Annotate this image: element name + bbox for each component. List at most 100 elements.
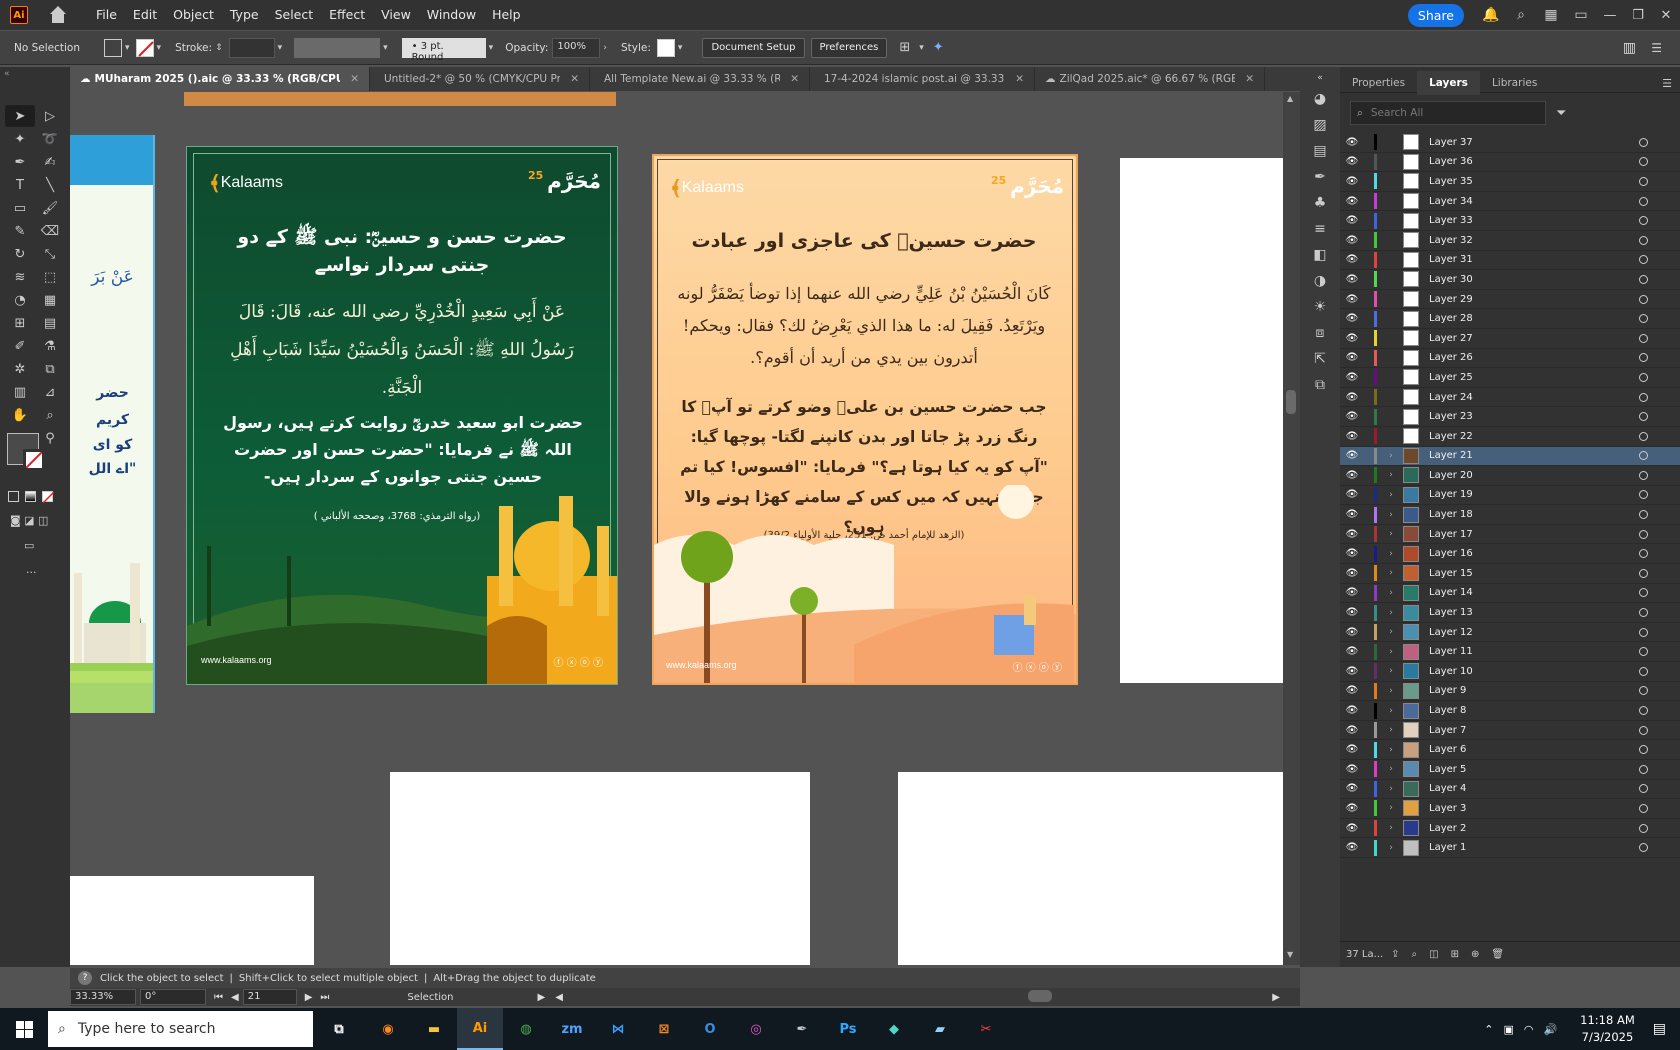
line-tool-icon[interactable]: ╲ bbox=[35, 174, 65, 196]
collapse-panels-icon[interactable]: « bbox=[1310, 73, 1330, 83]
puppet-warp-icon[interactable]: ⚲ bbox=[35, 427, 65, 449]
eye-icon[interactable]: 👁 bbox=[1340, 627, 1364, 638]
pen-tool-app-icon[interactable]: ✒ bbox=[779, 1008, 825, 1050]
perspective-grid-icon[interactable]: ▦ bbox=[35, 289, 65, 311]
eraser-icon[interactable]: ⌫ bbox=[35, 220, 65, 242]
magic-wand-icon[interactable]: ✦ bbox=[5, 128, 35, 150]
layer-row[interactable]: 👁 Layer 34 bbox=[1340, 192, 1680, 212]
target-icon[interactable] bbox=[1639, 803, 1648, 813]
vscode-icon[interactable]: ⋈ bbox=[595, 1008, 641, 1050]
clock[interactable]: 11:18 AM 7/3/2025 bbox=[1580, 1012, 1635, 1046]
rotate-view-input[interactable]: 0° bbox=[140, 989, 206, 1005]
chevron-down-icon[interactable]: ▾ bbox=[383, 43, 388, 53]
menu-icon[interactable]: ☰ bbox=[1651, 41, 1662, 55]
symbol-sprayer-icon[interactable]: ✲ bbox=[5, 358, 35, 380]
eye-icon[interactable]: 👁 bbox=[1340, 470, 1364, 481]
chevron-right-icon[interactable]: › bbox=[1383, 823, 1399, 833]
eye-icon[interactable]: 👁 bbox=[1340, 489, 1364, 500]
panel-menu-icon[interactable]: ☰ bbox=[1662, 77, 1672, 90]
layer-row[interactable]: 👁 Layer 35 bbox=[1340, 172, 1680, 192]
color-icon[interactable]: ◕ bbox=[1310, 89, 1330, 109]
target-icon[interactable] bbox=[1639, 725, 1648, 735]
layer-row[interactable]: 👁 › Layer 20 bbox=[1340, 466, 1680, 486]
menu-type[interactable]: Type bbox=[222, 0, 267, 30]
creative-cloud-icon[interactable]: ◎ bbox=[733, 1008, 779, 1050]
last-artboard-icon[interactable]: ⏭ bbox=[320, 992, 329, 1003]
scroll-right-icon[interactable]: ▶ bbox=[1272, 992, 1280, 1003]
layer-row[interactable]: 👁 › Layer 3 bbox=[1340, 799, 1680, 819]
target-icon[interactable] bbox=[1639, 686, 1648, 696]
layer-row[interactable]: 👁 › Layer 17 bbox=[1340, 525, 1680, 545]
eye-icon[interactable]: 👁 bbox=[1340, 333, 1364, 344]
artboard-tool-icon[interactable]: ⧉ bbox=[35, 358, 65, 380]
layer-row[interactable]: 👁 › Layer 12 bbox=[1340, 623, 1680, 643]
layer-row[interactable]: 👁 › Layer 1 bbox=[1340, 838, 1680, 858]
home-icon[interactable] bbox=[48, 6, 68, 24]
target-icon[interactable] bbox=[1639, 588, 1648, 598]
filter-icon[interactable]: ⏷ bbox=[1556, 106, 1566, 121]
eye-icon[interactable]: 👁 bbox=[1340, 783, 1364, 794]
layer-row[interactable]: 👁 › Layer 9 bbox=[1340, 682, 1680, 702]
vertical-scroll-thumb[interactable] bbox=[1286, 390, 1296, 414]
target-icon[interactable] bbox=[1639, 647, 1648, 657]
new-sublayer-icon[interactable]: ⊞ bbox=[1451, 949, 1459, 960]
chevron-right-icon[interactable]: › bbox=[1383, 470, 1399, 480]
opacity-input[interactable]: 100% bbox=[552, 37, 601, 58]
layer-row[interactable]: 👁 › Layer 16 bbox=[1340, 544, 1680, 565]
layer-row[interactable]: 👁 Layer 36 bbox=[1340, 153, 1680, 173]
eye-icon[interactable]: 👁 bbox=[1340, 196, 1364, 207]
eyedropper-icon[interactable]: ✐ bbox=[5, 335, 35, 357]
warp-tool-icon[interactable]: ≋ bbox=[5, 266, 35, 288]
stroke-icon[interactable]: ≡ bbox=[1310, 219, 1330, 239]
appearance-icon[interactable]: ☀ bbox=[1310, 297, 1330, 317]
target-icon[interactable] bbox=[1639, 451, 1648, 461]
bell-icon[interactable]: 🔔 bbox=[1482, 6, 1500, 24]
taskbar-search[interactable]: ⌕ Type here to search bbox=[48, 1011, 313, 1047]
rotate-tool-icon[interactable]: ↻ bbox=[5, 243, 35, 265]
eye-icon[interactable]: 👁 bbox=[1340, 156, 1364, 167]
status-menu-icon[interactable]: ▶ bbox=[538, 992, 546, 1003]
artboard-blank-bottom-left[interactable] bbox=[70, 876, 314, 965]
artboards-icon[interactable]: ⧉ bbox=[1310, 375, 1330, 395]
target-icon[interactable] bbox=[1639, 137, 1648, 147]
libraries-icon[interactable]: ▤ bbox=[1310, 141, 1330, 161]
pen-tool-icon[interactable]: ✒ bbox=[5, 151, 35, 173]
chevron-right-icon[interactable]: › bbox=[1383, 666, 1399, 676]
target-icon[interactable] bbox=[1639, 431, 1648, 441]
layer-row[interactable]: 👁 › Layer 8 bbox=[1340, 701, 1680, 721]
artboard-fragment-top[interactable] bbox=[184, 92, 616, 106]
search-icon[interactable]: ⌕ bbox=[1512, 6, 1530, 24]
file-explorer-icon[interactable]: ▬ bbox=[411, 1008, 457, 1050]
preferences-button[interactable]: Preferences bbox=[810, 37, 888, 58]
chevron-right-icon[interactable]: › bbox=[1383, 725, 1399, 735]
layer-row[interactable]: 👁 › Layer 7 bbox=[1340, 721, 1680, 741]
share-button[interactable]: Share bbox=[1407, 3, 1464, 27]
clipping-mask-icon[interactable]: ◫ bbox=[1429, 949, 1438, 960]
eye-icon[interactable]: 👁 bbox=[1340, 842, 1364, 853]
transparency-icon[interactable]: ◑ bbox=[1310, 271, 1330, 291]
stroke-stepper-icon[interactable]: ⇕ bbox=[215, 43, 223, 53]
windows-start-icon[interactable] bbox=[0, 1008, 48, 1050]
direct-selection-tool-icon[interactable]: ▷ bbox=[35, 105, 65, 127]
layer-row[interactable]: 👁 › Layer 4 bbox=[1340, 780, 1680, 800]
shape-builder-icon[interactable]: ◔ bbox=[5, 289, 35, 311]
artboard-number-input[interactable]: 21 bbox=[242, 989, 297, 1005]
document-tab[interactable]: Untitled-2* @ 50 % (CMYK/CPU Prev... ✕ bbox=[370, 67, 590, 91]
zoom-tool-icon[interactable]: ⌕ bbox=[35, 404, 65, 426]
variable-width-profile[interactable] bbox=[294, 37, 381, 58]
layer-row[interactable]: 👁 › Layer 6 bbox=[1340, 740, 1680, 760]
close-tab-icon[interactable]: ✕ bbox=[1245, 73, 1254, 85]
task-view-icon[interactable]: ⧉ bbox=[313, 1008, 365, 1050]
eye-icon[interactable]: 👁 bbox=[1340, 176, 1364, 187]
recolor-icon[interactable]: ✦ bbox=[933, 40, 944, 55]
panel-toggle-icon[interactable]: ▥ bbox=[1623, 40, 1636, 56]
more-tools-icon[interactable]: ··· bbox=[26, 566, 37, 579]
free-transform-icon[interactable]: ⬚ bbox=[35, 266, 65, 288]
outlook-icon[interactable]: O bbox=[687, 1008, 733, 1050]
target-icon[interactable] bbox=[1639, 843, 1648, 853]
eye-icon[interactable]: 👁 bbox=[1340, 215, 1364, 226]
notification-icon[interactable]: ▤ bbox=[1653, 1021, 1666, 1037]
eye-icon[interactable]: 👁 bbox=[1340, 685, 1364, 696]
chevron-right-icon[interactable]: › bbox=[1383, 745, 1399, 755]
target-icon[interactable] bbox=[1639, 490, 1648, 500]
